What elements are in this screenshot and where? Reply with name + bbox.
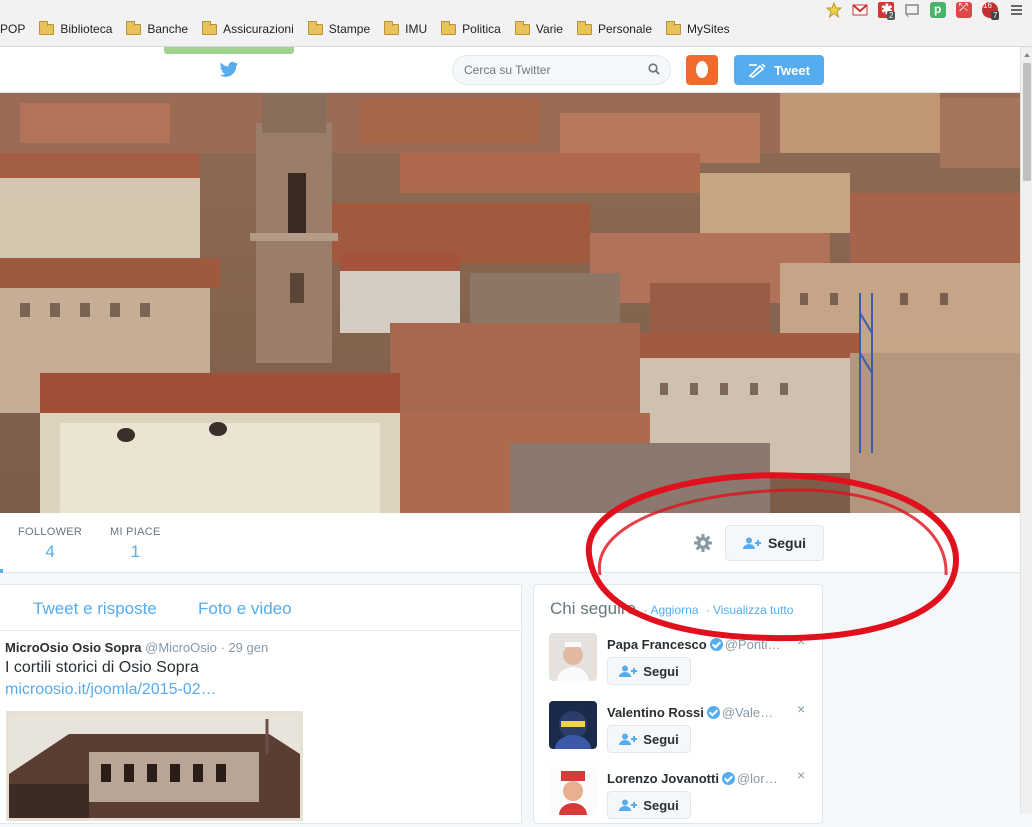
- avatar[interactable]: [549, 701, 597, 749]
- bookmark-folder-biblioteca[interactable]: Biblioteca: [39, 20, 112, 36]
- extension-icons: ✱ 2 p ⤱ 16 7: [826, 0, 1024, 20]
- tweet-text: I cortili storici di Osio Sopra: [5, 659, 199, 676]
- scroll-up-arrow[interactable]: [1024, 53, 1030, 57]
- who-to-follow-header: Chi seguire · Aggiorna · Visualizza tutto: [550, 599, 794, 618]
- tweet-button[interactable]: Tweet: [734, 55, 824, 85]
- refresh-link[interactable]: Aggiorna: [650, 603, 698, 617]
- nav-active-indicator: [164, 47, 294, 54]
- close-icon[interactable]: ×: [797, 701, 805, 717]
- avatar-image: [549, 701, 597, 749]
- close-icon[interactable]: ×: [797, 767, 805, 783]
- person-plus-icon: [619, 733, 638, 745]
- avatar-image: [549, 767, 597, 815]
- view-all-link[interactable]: Visualizza tutto: [713, 603, 794, 617]
- follow-suggestion-button[interactable]: Segui: [607, 725, 691, 753]
- bookmark-folder-assicurazioni[interactable]: Assicurazioni: [202, 20, 294, 36]
- page-scrollbar[interactable]: [1020, 47, 1032, 814]
- search-icon[interactable]: [648, 63, 660, 75]
- suggestion-name[interactable]: Valentino Rossi @Vale…: [607, 705, 773, 720]
- bookmark-folder-banche[interactable]: Banche: [126, 20, 188, 36]
- folder-icon: [126, 20, 142, 35]
- tab-tweets-replies[interactable]: Tweet e risposte: [33, 599, 157, 619]
- who-to-follow-panel: Chi seguire · Aggiorna · Visualizza tutto …: [533, 584, 823, 824]
- gmail-icon[interactable]: [852, 2, 868, 18]
- bookmark-folder-imu[interactable]: IMU: [384, 20, 427, 36]
- close-icon[interactable]: ×: [797, 633, 805, 649]
- suggestion-name[interactable]: Lorenzo Jovanotti @lor…: [607, 771, 778, 786]
- likes-stat[interactable]: MI PIACE 1: [110, 526, 161, 562]
- pushbullet-icon[interactable]: p: [930, 2, 946, 18]
- scroll-thumb[interactable]: [1023, 63, 1031, 181]
- asterisk-extension-icon[interactable]: ✱ 2: [878, 1, 896, 20]
- bookmark-folder-stampe[interactable]: Stampe: [307, 20, 370, 36]
- who-to-follow-title: Chi seguire: [550, 599, 636, 618]
- suggestion-item: Valentino Rossi @Vale… Segui ×: [549, 701, 819, 761]
- verified-icon: [721, 772, 735, 785]
- tweet-header: MicroOsio Osio Sopra @MicroOsio · 29 gen: [5, 640, 515, 655]
- star-icon[interactable]: [826, 2, 842, 18]
- folder-icon: [514, 20, 530, 35]
- header-photo-image: [0, 93, 1020, 513]
- folder-icon: [307, 20, 323, 35]
- menu-icon[interactable]: [1008, 2, 1024, 18]
- folder-icon: [384, 20, 400, 35]
- bookmark-pop[interactable]: POP: [0, 22, 25, 36]
- bookmark-folder-varie[interactable]: Varie: [514, 20, 563, 36]
- pocket-icon[interactable]: ⤱: [956, 2, 972, 18]
- notification-extension-icon[interactable]: 16 7: [982, 1, 1000, 20]
- tweet-photo[interactable]: [6, 711, 303, 821]
- suggestion-item: Papa Francesco @Ponti… Segui ×: [549, 633, 819, 693]
- tweet-author-handle[interactable]: @MicroOsio: [145, 640, 217, 655]
- folder-icon: [202, 20, 218, 35]
- tweet-photo-image: [9, 714, 300, 818]
- folder-icon: [576, 20, 592, 35]
- tweet-author-name[interactable]: MicroOsio Osio Sopra: [5, 640, 142, 655]
- avatar[interactable]: [549, 633, 597, 681]
- gear-icon[interactable]: [693, 533, 713, 553]
- timeline-tabs: Tweet e risposte Foto e video: [0, 585, 521, 631]
- folder-icon: [441, 20, 457, 35]
- person-plus-icon: [619, 799, 638, 811]
- bookmark-folder-politica[interactable]: Politica: [441, 20, 501, 36]
- avatar[interactable]: [549, 767, 597, 815]
- bookmark-folder-mysites[interactable]: MySites: [666, 20, 730, 36]
- active-stat-underline: [0, 569, 3, 573]
- person-plus-icon: [742, 537, 761, 549]
- tweet-separator: ·: [220, 640, 225, 655]
- suggestion-item: Lorenzo Jovanotti @lor… Segui ×: [549, 767, 819, 827]
- bookmarks-row: POP Biblioteca Banche Assicurazioni Stam…: [0, 18, 744, 40]
- person-plus-icon: [619, 665, 638, 677]
- bookmark-folder-personale[interactable]: Personale: [576, 20, 652, 36]
- avatar-image: [549, 633, 597, 681]
- tweet-link[interactable]: microosio.it/joomla/2015-02…: [5, 681, 515, 699]
- follow-button[interactable]: Segui: [725, 525, 824, 561]
- verified-icon: [709, 638, 723, 651]
- follow-suggestion-button[interactable]: Segui: [607, 657, 691, 685]
- folder-icon: [666, 20, 681, 35]
- profile-avatar-button[interactable]: [686, 55, 718, 85]
- followers-stat[interactable]: FOLLOWER 4: [18, 526, 82, 562]
- twitter-topbar: Tweet: [0, 47, 1020, 93]
- folder-icon: [39, 20, 55, 35]
- suggestion-name[interactable]: Papa Francesco @Ponti…: [607, 637, 781, 652]
- tweet[interactable]: MicroOsio Osio Sopra @MicroOsio · 29 gen…: [5, 640, 515, 699]
- cast-icon[interactable]: [904, 2, 920, 18]
- twitter-bird-icon[interactable]: [218, 60, 240, 80]
- tweet-date[interactable]: 29 gen: [228, 640, 268, 655]
- tab-photos-videos[interactable]: Foto e video: [198, 599, 292, 619]
- verified-icon: [706, 706, 720, 719]
- bookmarks-bar: POP Biblioteca Banche Assicurazioni Stam…: [0, 0, 1032, 47]
- profile-header-photo: [0, 93, 1020, 513]
- search-input[interactable]: [452, 55, 671, 85]
- compose-icon: [748, 63, 766, 78]
- follow-suggestion-button[interactable]: Segui: [607, 791, 691, 819]
- profile-nav-bar: FOLLOWER 4 MI PIACE 1: [0, 513, 1020, 573]
